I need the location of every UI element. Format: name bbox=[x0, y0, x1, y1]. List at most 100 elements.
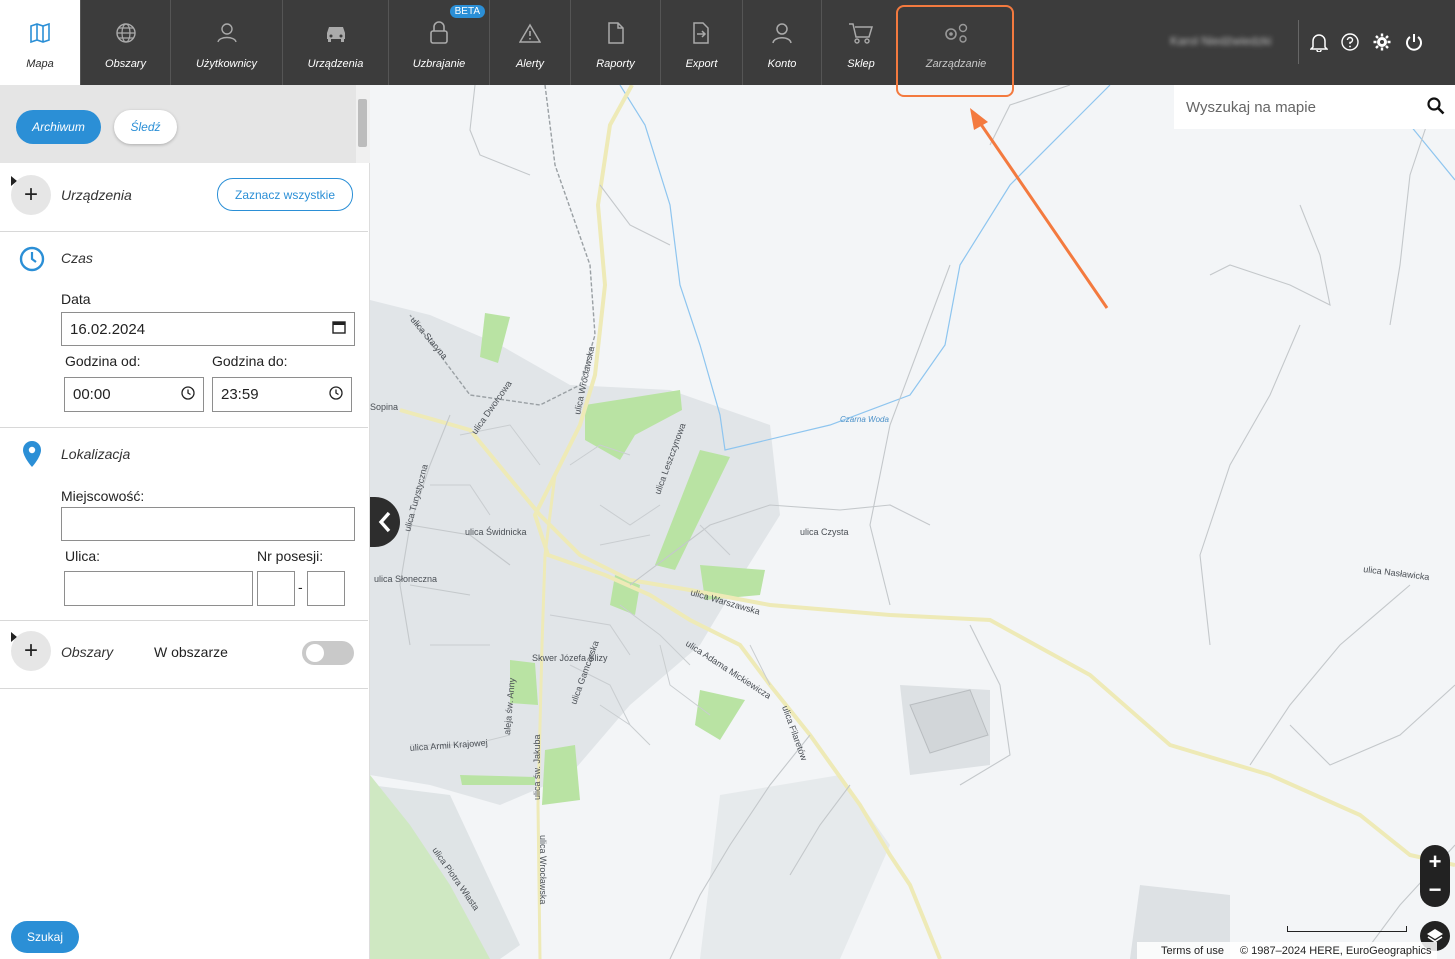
search-button[interactable]: Szukaj bbox=[11, 921, 79, 953]
terms-link[interactable]: Terms of use bbox=[1161, 945, 1224, 957]
scrollbar[interactable] bbox=[356, 85, 370, 163]
zoom-out-button[interactable]: − bbox=[1420, 875, 1450, 905]
car-icon bbox=[324, 20, 348, 46]
location-pin-icon bbox=[21, 440, 43, 473]
street-label: Sopina bbox=[370, 402, 398, 412]
areas-section-title: Obszary bbox=[61, 644, 114, 660]
nav-export[interactable]: Export bbox=[661, 0, 743, 85]
nav-label: Konto bbox=[767, 58, 797, 70]
settings-gear-icon[interactable] bbox=[1372, 32, 1392, 52]
divider bbox=[0, 688, 368, 689]
user-name[interactable]: Karol Niedźwiedzki bbox=[1170, 34, 1271, 48]
nav-label: Alerty bbox=[515, 58, 545, 70]
clock-icon bbox=[19, 246, 45, 277]
house-number-from-input[interactable] bbox=[257, 571, 295, 606]
nav-label: Uzbrajanie bbox=[412, 58, 466, 70]
expand-devices-button[interactable]: + bbox=[11, 175, 51, 215]
warning-icon bbox=[519, 20, 541, 46]
toggle-knob bbox=[306, 644, 324, 662]
clock-small-icon[interactable] bbox=[329, 385, 343, 404]
divider bbox=[0, 231, 368, 232]
expand-areas-button[interactable]: + bbox=[11, 631, 51, 671]
annotation-arrow-icon bbox=[970, 108, 1109, 309]
nav-label: Zarządzanie bbox=[925, 58, 987, 70]
devices-section-title: Urządzenia bbox=[61, 187, 132, 203]
street-label: Ulica: bbox=[65, 548, 101, 564]
park-label: Skwer Józefa Ślizy bbox=[532, 652, 608, 663]
nav-urzadzenia[interactable]: Urządzenia bbox=[283, 0, 389, 85]
gears-icon bbox=[941, 20, 971, 46]
nav-label: Urządzenia bbox=[307, 58, 364, 70]
location-section-title: Lokalizacja bbox=[61, 446, 131, 462]
time-from-label: Godzina od: bbox=[65, 353, 141, 369]
filter-sidebar: Archiwum Śledź + Urządzenia Zaznacz wszy… bbox=[0, 85, 370, 959]
map-canvas[interactable]: ulica Świdnicka ulica Warszawska ulica A… bbox=[370, 85, 1455, 959]
map-icon bbox=[29, 20, 51, 46]
nav-uzbrajanie[interactable]: BETA Uzbrajanie bbox=[389, 0, 490, 85]
nav-mapa[interactable]: Mapa bbox=[0, 0, 81, 85]
nav-alerty[interactable]: Alerty bbox=[490, 0, 571, 85]
house-number-to-input[interactable] bbox=[307, 571, 345, 606]
nav-obszary[interactable]: Obszary bbox=[81, 0, 171, 85]
in-area-label: W obszarze bbox=[154, 644, 228, 660]
map-attribution: Terms of use © 1987–2024 HERE, EuroGeogr… bbox=[1137, 942, 1437, 959]
time-to-value: 23:59 bbox=[221, 386, 259, 403]
map-search-placeholder: Wyszukaj na mapie bbox=[1186, 98, 1316, 116]
time-from-value: 00:00 bbox=[73, 386, 111, 403]
nav-label: Użytkownicy bbox=[195, 58, 258, 70]
city-input[interactable] bbox=[61, 507, 355, 541]
nav-label: Sklep bbox=[847, 58, 875, 70]
date-input[interactable]: 16.02.2024 bbox=[61, 312, 355, 346]
street-label: ulica Świdnicka bbox=[465, 526, 527, 537]
track-mode-button[interactable]: Śledź bbox=[114, 110, 177, 144]
time-to-input[interactable]: 23:59 bbox=[212, 377, 352, 412]
chevron-left-icon bbox=[378, 511, 391, 533]
house-number-label: Nr posesji: bbox=[257, 548, 324, 564]
scroll-thumb[interactable] bbox=[358, 99, 367, 147]
select-all-button[interactable]: Zaznacz wszystkie bbox=[217, 178, 353, 211]
water-label: Czarna Woda bbox=[840, 415, 889, 424]
zoom-control: + − bbox=[1420, 845, 1450, 907]
time-from-input[interactable]: 00:00 bbox=[64, 377, 204, 412]
range-dash: - bbox=[298, 579, 303, 595]
divider bbox=[1298, 20, 1299, 64]
time-to-label: Godzina do: bbox=[212, 353, 288, 369]
lock-icon bbox=[428, 20, 450, 46]
nav-zarzadzanie[interactable]: Zarządzanie bbox=[900, 0, 1012, 85]
calendar-icon[interactable] bbox=[332, 320, 346, 338]
street-label: ulica Wrocławska bbox=[538, 835, 548, 904]
map-search-input[interactable]: Wyszukaj na mapie bbox=[1174, 85, 1455, 129]
nav-label: Export bbox=[685, 58, 718, 70]
nav-sklep[interactable]: Sklep bbox=[822, 0, 900, 85]
nav-uzytkownicy[interactable]: Użytkownicy bbox=[171, 0, 283, 85]
street-label: ulica Słoneczna bbox=[374, 574, 437, 584]
nav-label: Obszary bbox=[105, 58, 146, 70]
in-area-toggle[interactable] bbox=[302, 641, 354, 665]
document-icon bbox=[607, 20, 625, 46]
mode-switch-area: Archiwum Śledź bbox=[0, 85, 356, 163]
beta-badge: BETA bbox=[449, 5, 485, 18]
nav-raporty[interactable]: Raporty bbox=[571, 0, 661, 85]
help-icon[interactable] bbox=[1340, 32, 1360, 52]
map-layer: ulica Świdnicka ulica Warszawska ulica A… bbox=[370, 85, 1455, 959]
user-icon bbox=[771, 20, 793, 46]
street-label: ulica Czysta bbox=[800, 527, 849, 537]
archive-mode-button[interactable]: Archiwum bbox=[16, 110, 101, 144]
date-label: Data bbox=[61, 291, 91, 307]
time-section-title: Czas bbox=[61, 250, 93, 266]
divider bbox=[0, 427, 368, 428]
nav-konto[interactable]: Konto bbox=[743, 0, 822, 85]
zoom-in-button[interactable]: + bbox=[1420, 847, 1450, 877]
street-input[interactable] bbox=[64, 571, 253, 606]
globe-icon bbox=[115, 20, 137, 46]
power-icon[interactable] bbox=[1404, 32, 1424, 52]
street-label: ulica Nasławicka bbox=[1363, 564, 1430, 582]
date-value: 16.02.2024 bbox=[70, 320, 146, 338]
nav-label: Mapa bbox=[26, 58, 54, 70]
search-icon[interactable] bbox=[1427, 97, 1445, 119]
export-icon bbox=[692, 20, 712, 46]
users-icon bbox=[215, 20, 239, 46]
clock-small-icon[interactable] bbox=[181, 385, 195, 404]
bell-icon[interactable] bbox=[1309, 32, 1329, 52]
nav-label: Raporty bbox=[596, 58, 635, 70]
